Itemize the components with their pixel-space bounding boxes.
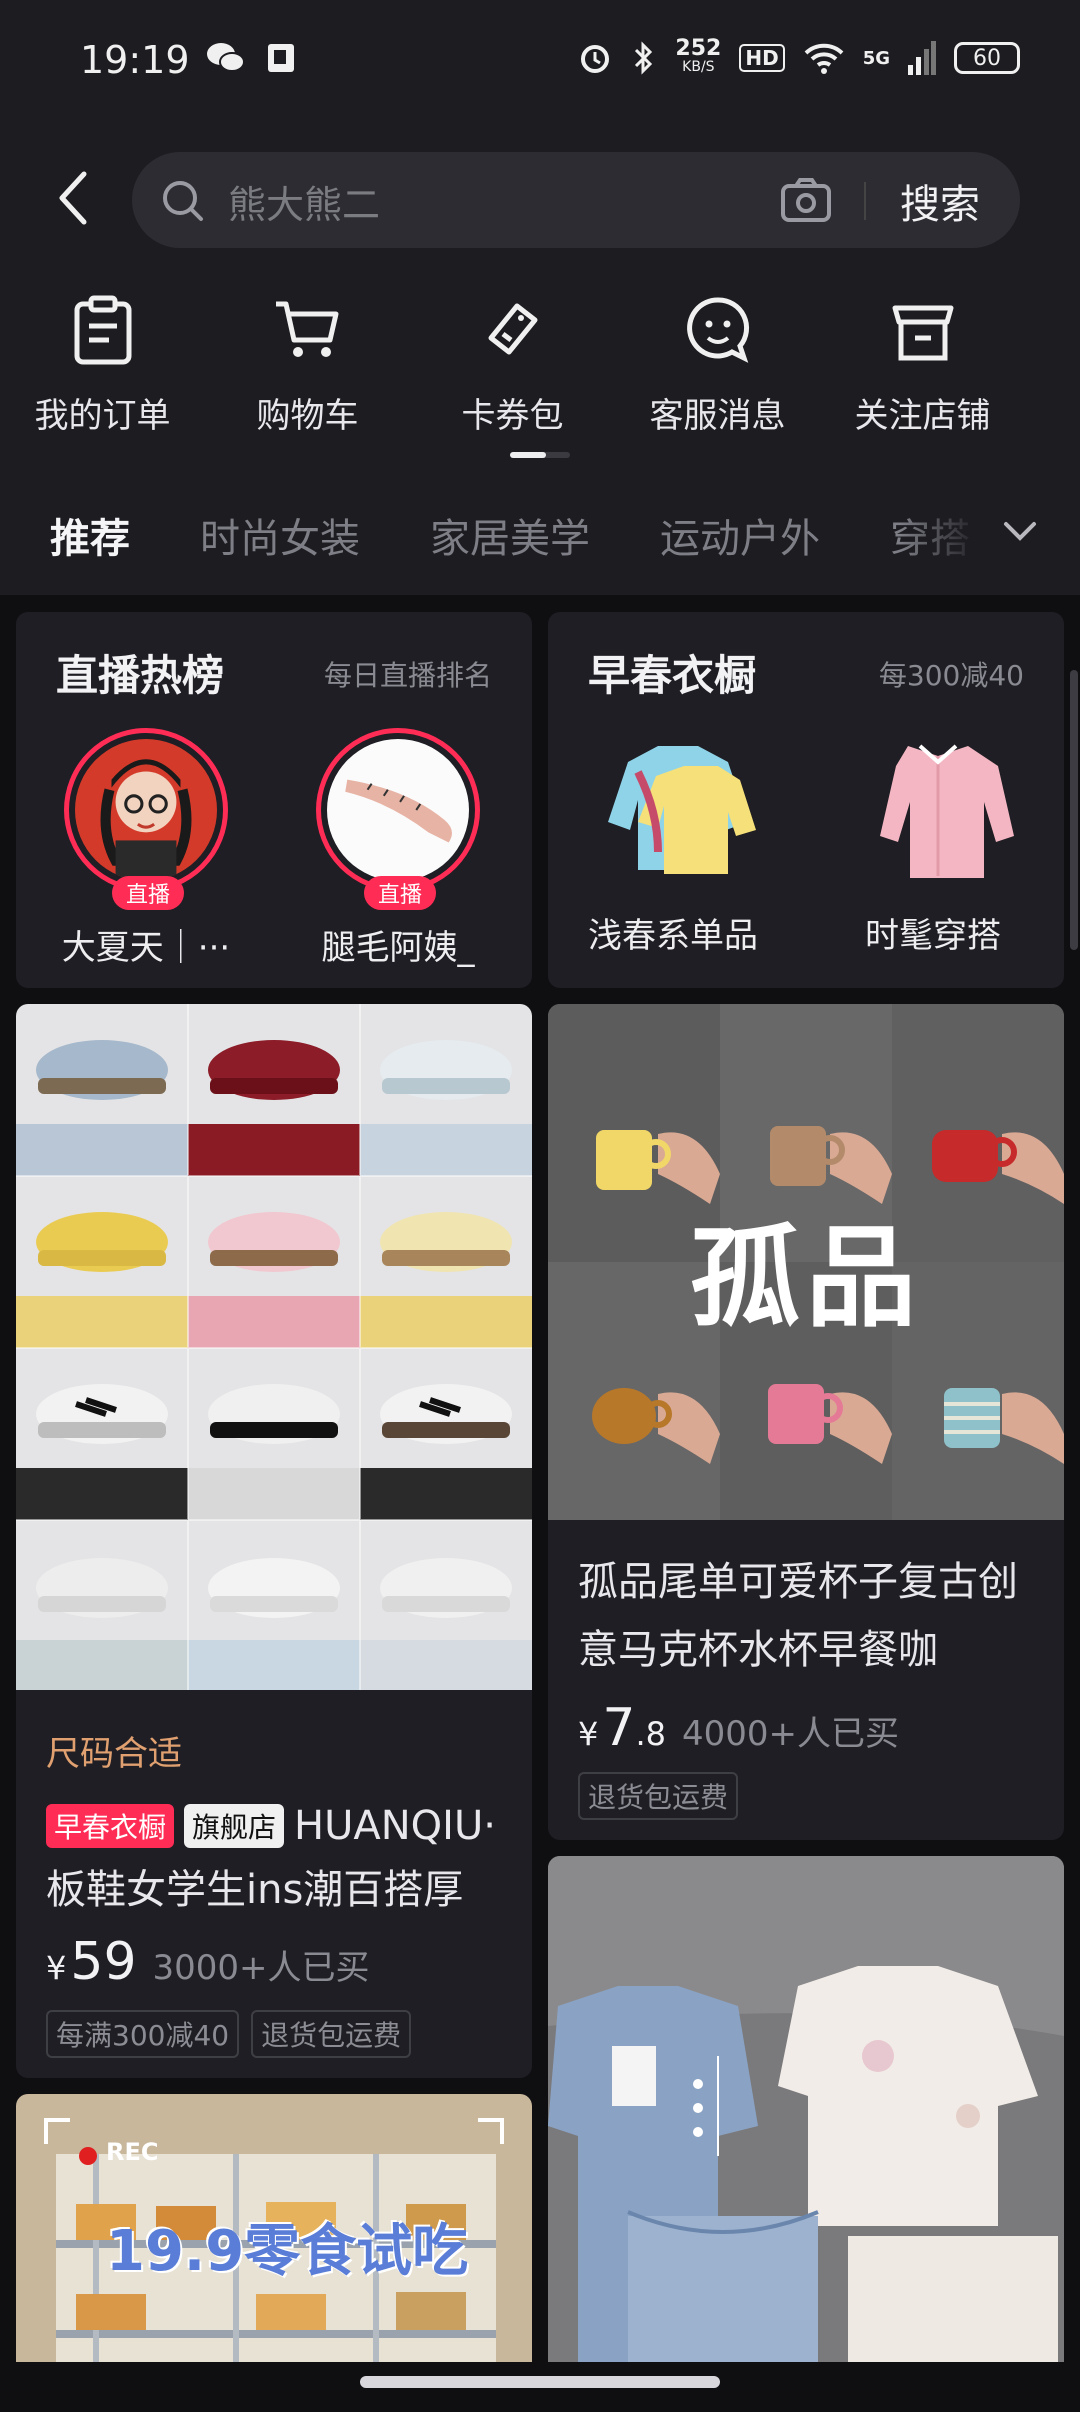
return-shipping-tag: 退货包运费 (578, 1772, 739, 1820)
hoodie-product-image (608, 746, 756, 874)
camera-icon[interactable] (780, 176, 832, 224)
shortcut-label: 我的订单 (34, 396, 171, 436)
return-shipping-tag: 退货包运费 (251, 2010, 412, 2058)
home-indicator[interactable] (360, 2376, 720, 2388)
shortcut-row: 我的订单 购物车 卡券包 客服消息 关注店铺 (0, 290, 1080, 440)
currency-symbol: ¥ (578, 1715, 599, 1753)
discount-tag: 每满300减40 (46, 2010, 240, 2058)
sold-count: 4000+人已买 (681, 1714, 899, 1754)
network-speed: 252 KB/S (675, 36, 722, 76)
chevron-down-icon[interactable] (1000, 516, 1040, 546)
image-overlay-text: 孤品 (690, 1214, 922, 1342)
spring-wardrobe-subtitle: 每300减40 (878, 659, 1024, 692)
page-scrollbar[interactable] (1070, 670, 1078, 950)
tag-row: 每满300减40 退货包运费 (46, 2010, 412, 2058)
shortcut-orders[interactable]: 我的订单 (0, 290, 205, 440)
live-ranking-title: 直播热榜 (56, 651, 225, 700)
avatar[interactable] (64, 728, 228, 892)
size-hint: 尺码合适 (46, 1734, 182, 1774)
status-time: 19:19 (80, 38, 190, 82)
chat-icon (686, 297, 749, 363)
sold-count: 3000+人已买 (152, 1948, 370, 1988)
coupon-icon (488, 303, 537, 355)
snack-banner-text: 19.9零食试吃 (106, 2219, 469, 2284)
product-title-line2: 板鞋女学生ins潮百搭厚 (46, 1867, 464, 1913)
price-decimal: .8 (635, 1715, 666, 1753)
product-title: 孤品尾单可爱杯子复古创意马克杯水杯早餐咖 (578, 1559, 1018, 1673)
shortcut-label: 关注店铺 (854, 396, 991, 436)
price-row: ¥ 59 3000+人已买 (46, 1932, 370, 1992)
wechat-icon (207, 43, 245, 72)
streamer-name: 大夏天｜··· (61, 928, 231, 968)
signal-icon (908, 41, 936, 75)
product-card-shoes[interactable]: 尺码合适 早春衣橱 旗舰店 HUANQIU· 板鞋女学生ins潮百搭厚 ¥ 59… (16, 1004, 532, 2078)
cart-icon (275, 301, 338, 357)
price: 59 (70, 1932, 137, 1992)
tab-fade (900, 490, 1080, 580)
search-button[interactable]: 搜索 (900, 172, 980, 230)
avatar[interactable] (316, 728, 480, 892)
streamer-avatar-image (75, 739, 217, 881)
shortcut-followed-stores[interactable]: 关注店铺 (820, 290, 1025, 440)
flagship-badge: 旗舰店 (184, 1804, 285, 1848)
shortcut-label: 购物车 (256, 396, 359, 436)
category-tabs: 推荐 时尚女装 家居美学 运动户外 穿搭 (50, 500, 980, 570)
product-title-text: HUANQIU· (294, 1803, 496, 1849)
live-ranking-card[interactable]: 直播热榜 每日直播排名 直播 大夏天｜··· 直播 腿毛阿姨_ (16, 612, 532, 988)
spring-wardrobe-title: 早春衣橱 (588, 651, 757, 700)
store-icon (892, 305, 953, 361)
shortcut-cart[interactable]: 购物车 (205, 290, 410, 440)
hd-badge: HD (739, 44, 785, 72)
live-badge: 直播 (112, 876, 184, 910)
live-badge: 直播 (364, 876, 436, 910)
shoes-product-image (16, 1004, 532, 1690)
streamer-name: 腿毛阿姨_ (321, 928, 475, 968)
shortcut-label: 客服消息 (649, 396, 786, 436)
clothes-product-image (548, 1856, 1064, 2412)
price-row: ¥ 7.8 4000+人已买 (578, 1698, 899, 1758)
tag-row: 退货包运费 (578, 1772, 739, 1820)
tab-recommend[interactable]: 推荐 (50, 506, 130, 564)
product-title-line1: 早春衣橱 旗舰店 HUANQIU· (46, 1792, 516, 1860)
search-input[interactable]: 熊大熊二 (228, 174, 380, 229)
shortcut-label: 卡券包 (461, 396, 564, 436)
back-arrow-icon[interactable] (52, 168, 92, 228)
shortcut-service[interactable]: 客服消息 (615, 290, 820, 440)
shortcut-scroll-indicator (510, 452, 546, 458)
shortcut-coupons[interactable]: 卡券包 (410, 290, 615, 440)
tab-sports[interactable]: 运动户外 (660, 506, 820, 564)
rec-label: REC (106, 2138, 159, 2166)
network-type: 5G (862, 47, 890, 69)
promo-badge: 早春衣橱 (46, 1804, 175, 1848)
alarm-icon (581, 45, 610, 73)
product-card-clothes[interactable] (548, 1856, 1064, 2412)
product-card-cups[interactable]: 孤品 孤品尾单可爱杯子复古创意马克杯水杯早餐咖 ¥ 7.8 4000+人已买 退… (548, 1004, 1064, 1840)
spring-wardrobe-card[interactable]: 早春衣橱 每300减40 浅春系单品 时髦穿搭 (548, 612, 1064, 988)
spring-item-name: 时髦穿搭 (865, 916, 1001, 956)
clipboard-icon (74, 295, 131, 365)
battery-indicator: 60 (954, 42, 1020, 74)
streamer-avatar-image (327, 739, 469, 881)
pink-shirt-product-image (880, 744, 1014, 878)
spring-item-name: 浅春系单品 (588, 916, 758, 956)
tab-fashion-women[interactable]: 时尚女装 (200, 506, 360, 564)
sim-card-icon (268, 44, 294, 72)
tab-home[interactable]: 家居美学 (430, 506, 590, 564)
bluetooth-icon (635, 41, 653, 75)
status-right-icons: 252 KB/S HD 5G 60 (577, 36, 1020, 76)
live-ranking-subtitle: 每日直播排名 (323, 659, 492, 692)
search-bar[interactable]: 熊大熊二 搜索 (132, 152, 1020, 248)
currency-symbol: ¥ (46, 1949, 67, 1987)
search-icon (163, 181, 203, 221)
wifi-icon (804, 43, 844, 74)
status-left-icons (206, 40, 300, 76)
search-divider (864, 182, 866, 220)
price-integer: 7 (602, 1698, 636, 1758)
